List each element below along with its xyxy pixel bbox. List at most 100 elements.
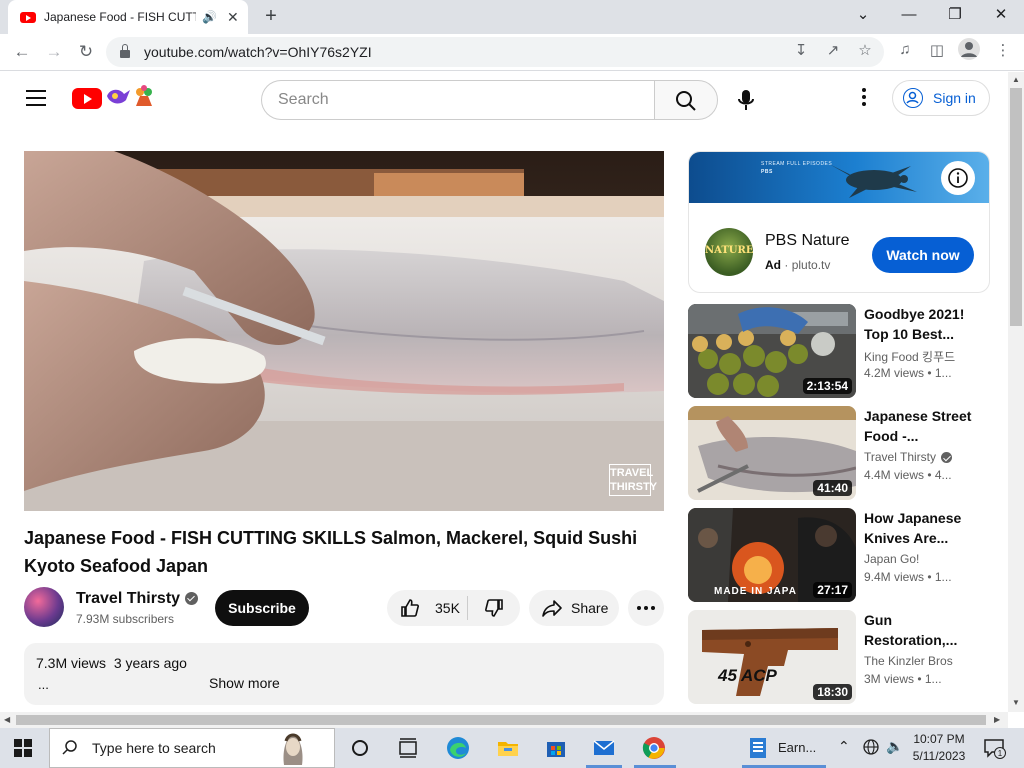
file-explorer-icon[interactable] — [496, 736, 520, 760]
video-player[interactable]: TRAVEL THIRSTY — [24, 151, 664, 511]
bookmark-star-icon[interactable]: ☆ — [856, 41, 874, 59]
related-video-title[interactable]: How Japanese Knives Are... — [864, 508, 976, 548]
video-thumbnail[interactable]: 2:13:54 — [688, 304, 856, 398]
verified-check-icon — [185, 592, 199, 606]
tab-search-chevron-icon[interactable]: ⌄ — [851, 4, 875, 26]
watch-now-button[interactable]: Watch now — [872, 237, 974, 273]
minimize-button[interactable]: — — [897, 4, 921, 26]
subscribe-button[interactable]: Subscribe — [215, 590, 309, 626]
share-button[interactable]: Share — [529, 590, 619, 626]
thumbnail-caption: 45 ACP — [718, 666, 777, 685]
reload-button[interactable]: ↻ — [73, 39, 99, 65]
back-button[interactable]: ← — [9, 39, 35, 65]
vertical-scrollbar[interactable]: ▲ ▼ — [1008, 72, 1024, 712]
video-duration: 18:30 — [813, 684, 852, 700]
show-more-button[interactable]: Show more — [209, 675, 280, 691]
forward-button[interactable]: → — [41, 39, 67, 65]
related-video-title[interactable]: Goodbye 2021! Top 10 Best... — [864, 304, 976, 344]
tab-title: Japanese Food - FISH CUTTING SKILLS — [44, 10, 196, 24]
related-video-channel[interactable]: Travel Thirsty — [864, 450, 953, 464]
search-icon — [62, 740, 77, 755]
related-video[interactable]: 2:13:54 Goodbye 2021! Top 10 Best... Kin… — [688, 304, 990, 398]
like-count: 35K — [435, 600, 460, 616]
document-app-icon[interactable] — [746, 736, 770, 760]
scroll-right-arrow-icon[interactable]: ▶ — [994, 715, 1000, 724]
address-bar[interactable]: youtube.com/watch?v=OhIY76s2YZI — [106, 37, 884, 67]
related-video-title[interactable]: Gun Restoration,... — [864, 610, 976, 650]
microsoft-store-icon[interactable] — [544, 736, 568, 760]
related-video-meta: 4.2M views • 1... — [864, 366, 952, 380]
close-window-button[interactable]: ✕ — [989, 4, 1013, 26]
like-button[interactable]: 35K — [387, 590, 467, 626]
notification-center-icon[interactable]: 1 — [982, 736, 1006, 760]
video-thumbnail[interactable]: 45 ACP 18:30 — [688, 610, 856, 704]
browser-tab[interactable]: Japanese Food - FISH CUTTING SKILLS 🔊 ✕ — [8, 0, 248, 34]
sign-in-label: Sign in — [933, 90, 976, 106]
advertiser-name[interactable]: PBS Nature — [765, 232, 849, 250]
system-clock[interactable]: 10:07 PM 5/11/2023 — [906, 731, 972, 765]
ad-banner[interactable]: STREAM FULL EPISODES PBS — [689, 152, 989, 203]
ad-card[interactable]: STREAM FULL EPISODES PBS NATURE PBS Natu… — [688, 151, 990, 293]
show-hidden-icons-chevron-icon[interactable]: ⌃ — [838, 738, 850, 755]
scroll-down-arrow-icon[interactable]: ▼ — [1012, 698, 1020, 707]
more-horizontal-icon — [637, 606, 655, 610]
related-video[interactable]: 41:40 Japanese Street Food -... Travel T… — [688, 406, 990, 500]
install-icon[interactable]: ↧ — [792, 41, 810, 59]
profile-avatar-icon[interactable] — [958, 38, 980, 60]
youtube-header: Search Sign in — [0, 72, 1008, 128]
taskbar-search-box[interactable]: Type here to search — [49, 728, 335, 768]
video-frame — [24, 151, 664, 511]
edge-browser-icon[interactable] — [446, 736, 470, 760]
search-input[interactable]: Search — [261, 80, 655, 120]
taskbar-app-label[interactable]: Earn... — [778, 740, 816, 755]
scroll-left-arrow-icon[interactable]: ◀ — [4, 715, 10, 724]
related-video-title[interactable]: Japanese Street Food -... — [864, 406, 976, 446]
sign-in-button[interactable]: Sign in — [892, 80, 990, 116]
windows-start-icon[interactable] — [14, 739, 32, 757]
lock-icon[interactable] — [120, 44, 130, 58]
advertiser-logo[interactable]: NATURE — [705, 228, 753, 276]
video-thumbnail[interactable]: MADE IN JAPA 27:17 — [688, 508, 856, 602]
related-video[interactable]: MADE IN JAPA 27:17 How Japanese Knives A… — [688, 508, 990, 602]
volume-icon[interactable]: 🔈 — [886, 738, 903, 755]
ad-info-button[interactable] — [941, 161, 975, 195]
chrome-menu-icon[interactable]: ⋮ — [994, 41, 1012, 59]
video-thumbnail[interactable]: 41:40 — [688, 406, 856, 500]
share-page-icon[interactable]: ↗ — [824, 41, 842, 59]
chrome-icon[interactable] — [642, 736, 666, 760]
horizontal-scroll-thumb[interactable] — [16, 715, 986, 725]
related-video-channel[interactable]: Japan Go! — [864, 552, 919, 566]
search-button[interactable] — [654, 80, 718, 120]
description-box[interactable]: 7.3M views 3 years ago ... Show more — [24, 643, 664, 705]
dislike-button[interactable] — [468, 590, 520, 626]
microphone-icon[interactable] — [730, 84, 762, 116]
notification-count: 1 — [998, 749, 1003, 758]
vertical-scroll-thumb[interactable] — [1010, 88, 1022, 326]
related-video[interactable]: 45 ACP 18:30 Gun Restoration,... The Kin… — [688, 610, 990, 704]
horizontal-scrollbar[interactable]: ◀ ▶ — [0, 712, 1008, 728]
related-video-channel[interactable]: King Food 킹푸드 — [864, 348, 955, 365]
mail-icon[interactable] — [592, 736, 616, 760]
channel-avatar[interactable] — [24, 587, 64, 627]
guide-menu-icon[interactable] — [26, 90, 46, 106]
ad-meta: Ad · pluto.tv — [765, 258, 831, 272]
scroll-up-arrow-icon[interactable]: ▲ — [1012, 75, 1020, 84]
close-tab-icon[interactable]: ✕ — [227, 9, 239, 26]
speaker-icon[interactable]: 🔊 — [202, 10, 217, 24]
cortana-icon[interactable] — [348, 736, 372, 760]
network-globe-icon[interactable] — [862, 738, 880, 756]
task-view-icon[interactable] — [396, 736, 420, 760]
maximize-button[interactable]: ❐ — [943, 4, 967, 26]
url-text[interactable]: youtube.com/watch?v=OhIY76s2YZI — [144, 44, 372, 60]
search-highlight-icon — [283, 733, 303, 765]
media-control-icon[interactable]: ♫ — [896, 41, 914, 58]
youtube-logo[interactable] — [72, 88, 102, 109]
account-icon — [903, 88, 923, 108]
related-video-channel[interactable]: The Kinzler Bros — [864, 654, 953, 668]
side-panel-icon[interactable]: ◫ — [928, 41, 946, 59]
channel-name[interactable]: Travel Thirsty — [76, 590, 199, 608]
new-tab-button[interactable]: + — [260, 5, 282, 27]
settings-menu-icon[interactable] — [856, 88, 872, 112]
doodle-logo-icon[interactable] — [104, 84, 158, 112]
more-actions-button[interactable] — [628, 590, 664, 626]
